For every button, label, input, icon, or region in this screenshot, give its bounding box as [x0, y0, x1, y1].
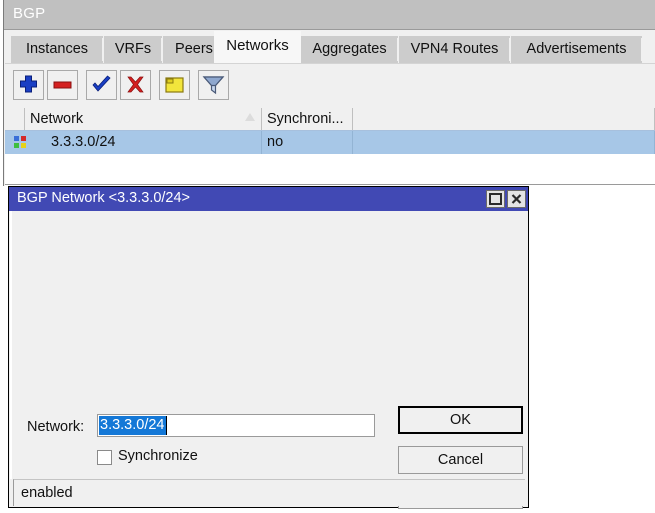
check-icon [87, 71, 116, 99]
tab-vpn4-routes[interactable]: VPN4 Routes [399, 36, 510, 63]
disable-button[interactable] [120, 70, 151, 100]
minus-icon [48, 71, 77, 99]
tab-label: Advertisements [527, 41, 627, 57]
add-button[interactable] [13, 70, 44, 100]
table-cell: no [262, 131, 353, 154]
column-header-blank[interactable] [5, 108, 25, 130]
note-icon [160, 71, 189, 99]
tab-advertisements[interactable]: Advertisements [511, 36, 642, 63]
tab-bar: Instances VRFs Peers Networks Aggregates VPN4… [5, 31, 655, 63]
table-empty-area [5, 154, 655, 185]
tab-label: VPN4 Routes [411, 41, 499, 57]
dialog-titlebar[interactable]: BGP Network <3.3.3.0/24> [9, 187, 528, 211]
maximize-button[interactable] [486, 190, 505, 208]
ok-button[interactable]: OK [398, 406, 523, 434]
column-header-label: Network [30, 111, 83, 127]
tab-vrfs[interactable]: VRFs [104, 36, 162, 63]
bgp-window: BGP Instances VRFs Peers Networks Aggregates… [0, 0, 655, 186]
table-cell: 3.3.3.0/24 [25, 131, 262, 154]
enable-button[interactable] [86, 70, 117, 100]
window-left-edge [0, 0, 4, 186]
network-label: Network: [27, 419, 84, 435]
tab-label: Instances [26, 41, 88, 57]
screen: BGP Instances VRFs Peers Networks Aggregates… [0, 0, 655, 513]
tab-label: Networks [226, 37, 289, 54]
restore-icon [487, 191, 504, 207]
sort-ascending-icon [245, 113, 255, 121]
comment-button[interactable] [159, 70, 190, 100]
plus-icon [14, 71, 43, 99]
synchronize-label: Synchronize [118, 448, 198, 464]
funnel-icon [199, 71, 228, 99]
toolbar [5, 63, 655, 108]
dialog-body [10, 211, 527, 479]
network-status-icon [14, 136, 27, 149]
column-header-network[interactable]: Network [25, 108, 262, 130]
cross-icon [121, 71, 150, 99]
window-titlebar[interactable]: BGP [0, 0, 655, 30]
tab-label: Aggregates [312, 41, 386, 57]
status-text: enabled [21, 485, 73, 501]
close-icon [508, 191, 525, 207]
remove-button[interactable] [47, 70, 78, 100]
filter-button[interactable] [198, 70, 229, 100]
column-header-synchroni[interactable]: Synchroni... [262, 108, 353, 130]
column-header-blank[interactable] [353, 108, 655, 130]
table-cell [353, 131, 655, 154]
network-input[interactable]: 3.3.3.0/24 [97, 414, 375, 437]
cancel-button[interactable]: Cancel [398, 446, 523, 474]
button-label: OK [450, 412, 471, 428]
button-label: Cancel [438, 452, 483, 468]
tab-instances[interactable]: Instances [11, 36, 103, 63]
networks-table: Network Synchroni... 3.3.3.0/24no [5, 108, 655, 186]
tab-aggregates[interactable]: Aggregates [301, 36, 398, 63]
text-caret [166, 416, 167, 435]
tab-label: Peers [175, 41, 213, 57]
tab-label: VRFs [115, 41, 151, 57]
column-header-label: Synchroni... [267, 111, 344, 127]
dialog-title: BGP Network <3.3.3.0/24> [17, 190, 190, 206]
checkbox-box [97, 450, 112, 465]
tab-networks[interactable]: Networks [214, 31, 301, 63]
network-input-value: 3.3.3.0/24 [99, 416, 166, 435]
window-title: BGP [13, 5, 45, 22]
table-row[interactable]: 3.3.3.0/24no [5, 131, 655, 154]
dialog-status-bar: enabled [13, 479, 525, 506]
close-button[interactable] [507, 190, 526, 208]
table-header-row: Network Synchroni... [5, 108, 655, 131]
bgp-network-dialog: BGP Network <3.3.3.0/24> Network: 3.3.3.… [8, 186, 529, 508]
